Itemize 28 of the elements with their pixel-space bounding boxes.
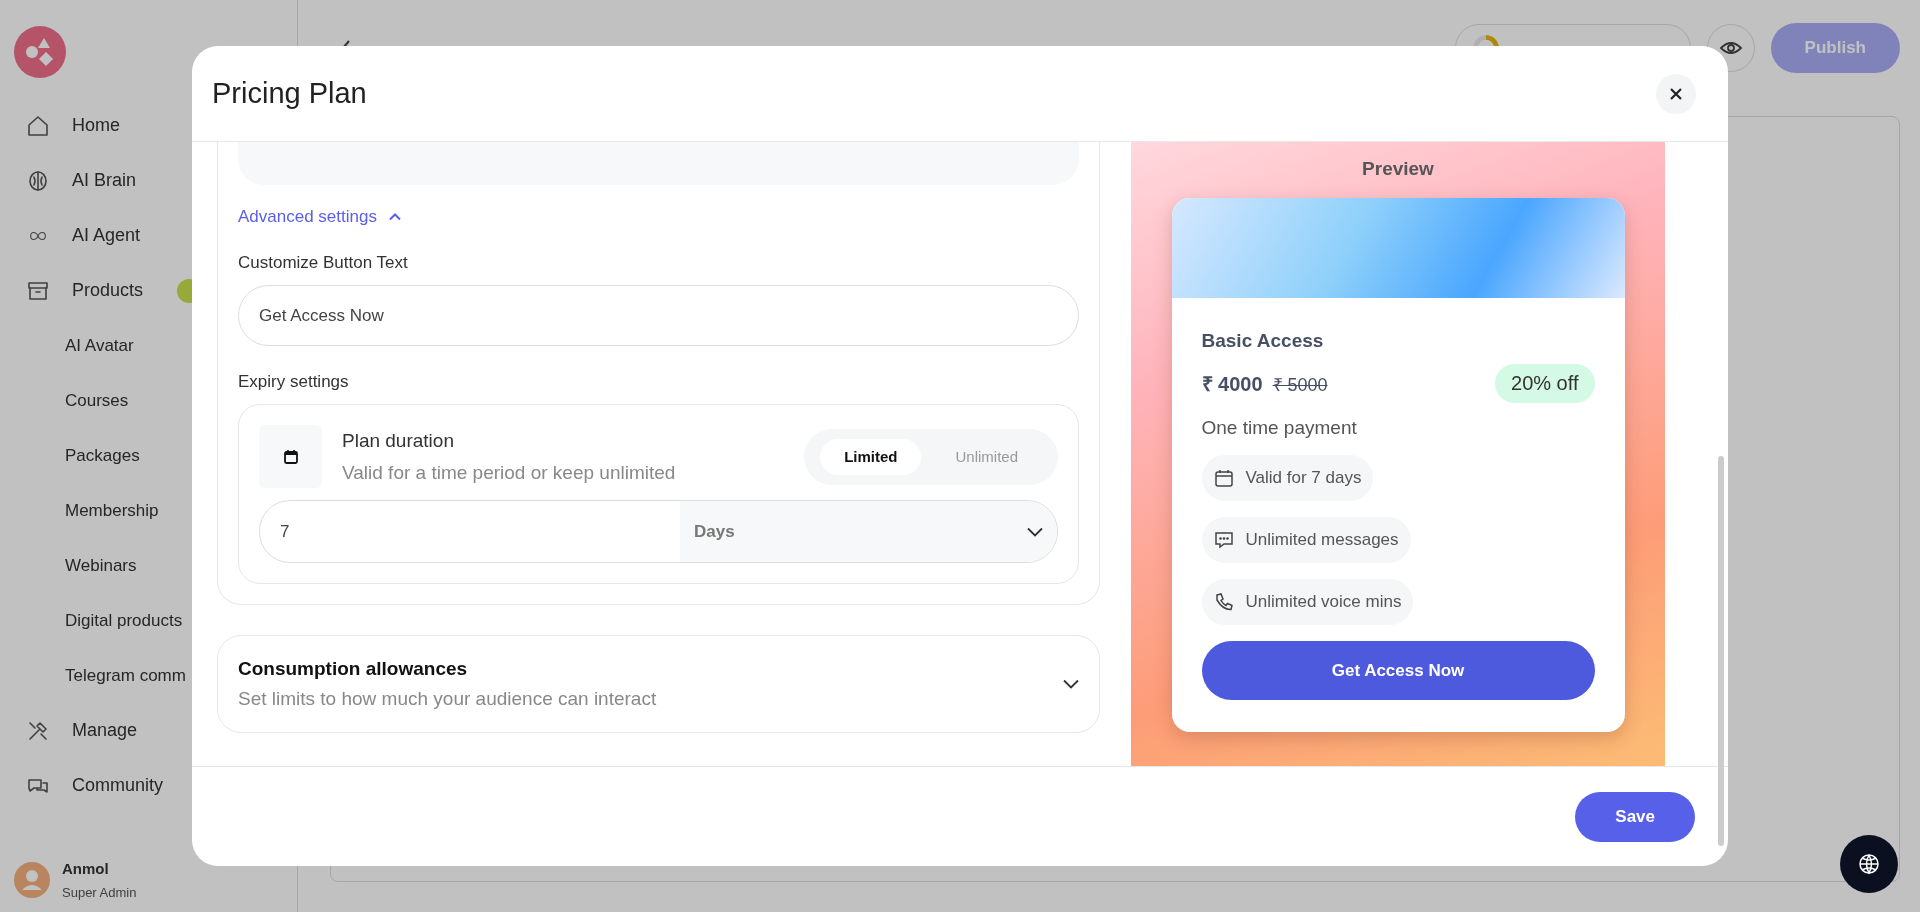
preview-heading: Preview bbox=[1362, 158, 1434, 180]
duration-field[interactable]: 7 Days bbox=[259, 500, 1058, 563]
feature-chip: Unlimited messages bbox=[1201, 517, 1411, 563]
discount-badge: 20% off bbox=[1495, 364, 1595, 403]
sidebar-item[interactable]: AI Brain bbox=[0, 153, 297, 208]
unit-dropdown[interactable]: Days bbox=[680, 501, 1057, 562]
user-role: Super Admin bbox=[62, 885, 137, 900]
consumption-allowances-panel[interactable]: Consumption allowances Set limits to how much your audience can interact bbox=[217, 635, 1100, 733]
button-text-field[interactable]: Get Access Now bbox=[238, 285, 1079, 346]
user-name: Anmol bbox=[62, 860, 110, 877]
section-title: Consumption allowances bbox=[238, 658, 469, 680]
plan-duration-description: Valid for a time period or keep unlimited bbox=[342, 461, 677, 484]
feature-chip: Unlimited voice mins bbox=[1201, 579, 1414, 625]
field-label: Customize Button Text bbox=[238, 253, 408, 273]
feature-chip: Valid for 7 days bbox=[1201, 455, 1374, 501]
plan-duration-title: Plan duration bbox=[342, 429, 455, 452]
price: ₹ 4000 bbox=[1201, 372, 1263, 397]
get-access-button[interactable]: Get Access Now bbox=[1201, 641, 1595, 700]
section-description: Set limits to how much your audience can interact bbox=[238, 688, 658, 710]
original-price: ₹ 5000 bbox=[1272, 373, 1328, 396]
field-label: Expiry settings bbox=[238, 372, 349, 392]
duration-option[interactable]: Limited bbox=[820, 438, 922, 475]
modal-title: Pricing Plan bbox=[212, 77, 367, 110]
save-button[interactable]: Save bbox=[1575, 791, 1695, 842]
plan-name: Basic Access bbox=[1201, 330, 1324, 352]
advanced-settings-toggle[interactable]: Advanced settings bbox=[238, 207, 401, 227]
sidebar-item[interactable]: Community bbox=[0, 758, 297, 813]
payment-type: One time payment bbox=[1201, 417, 1357, 439]
